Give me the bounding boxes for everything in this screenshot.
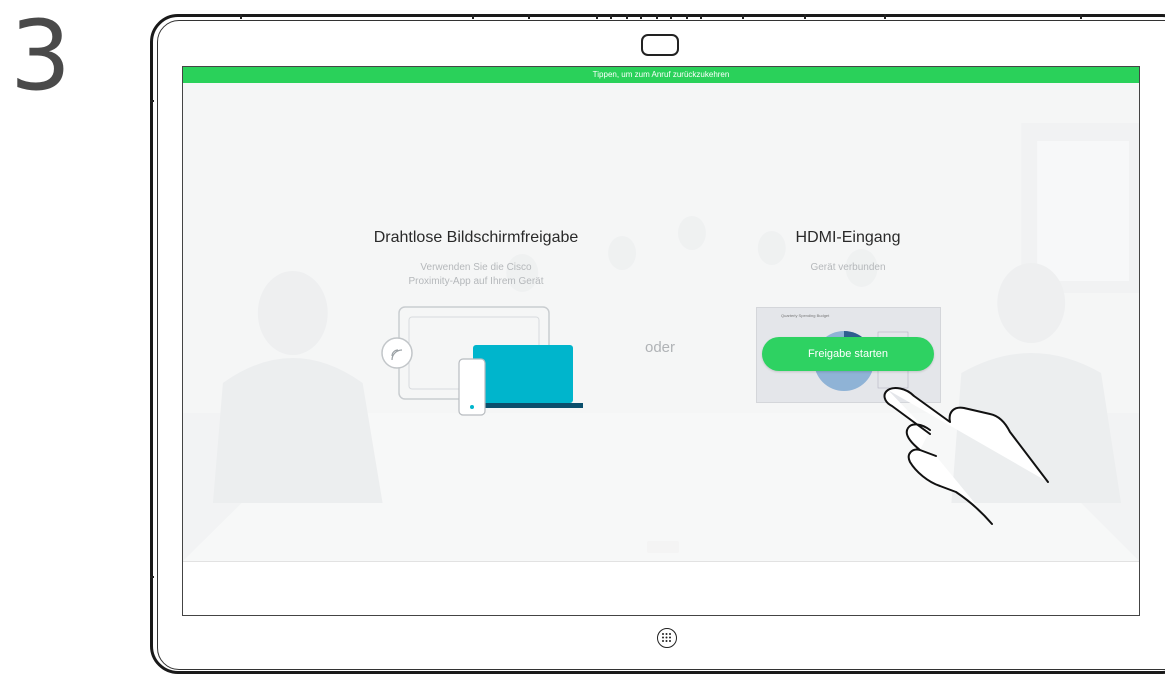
return-to-call-banner[interactable]: Tippen, um zum Anruf zurückzukehren (183, 67, 1139, 83)
proximity-app-icon (381, 306, 583, 416)
touch-screen: Tippen, um zum Anruf zurückzukehren Drah… (182, 66, 1140, 616)
page-indicator (647, 541, 679, 553)
thumbnail-label: Quarterly Spending Budget (781, 313, 830, 318)
start-sharing-button[interactable]: Freigabe starten (762, 337, 934, 371)
device-side-mark (150, 576, 154, 578)
hand-pointer-icon (883, 387, 1049, 525)
hdmi-input-subtitle: Gerät verbunden (810, 262, 886, 273)
wireless-share-subtitle-line2: Proximity-App auf Ihrem Gerät (408, 276, 544, 287)
wireless-share-title: Drahtlose Bildschirmfreigabe (373, 229, 579, 246)
device-top-vents (150, 14, 1165, 20)
keypad-icon (662, 633, 671, 642)
home-button-icon[interactable] (657, 628, 677, 648)
wireless-share-subtitle-line1: Verwenden Sie die Cisco (420, 262, 532, 273)
screen-footer (183, 561, 1139, 615)
proximity-wireless-icon (381, 337, 413, 369)
hdmi-input-title: HDMI-Eingang (795, 229, 901, 246)
camera-icon (641, 34, 679, 56)
or-separator: oder (645, 339, 676, 356)
step-number: 3 (10, 0, 72, 112)
phone-icon (458, 358, 486, 416)
device-side-mark (150, 100, 154, 102)
